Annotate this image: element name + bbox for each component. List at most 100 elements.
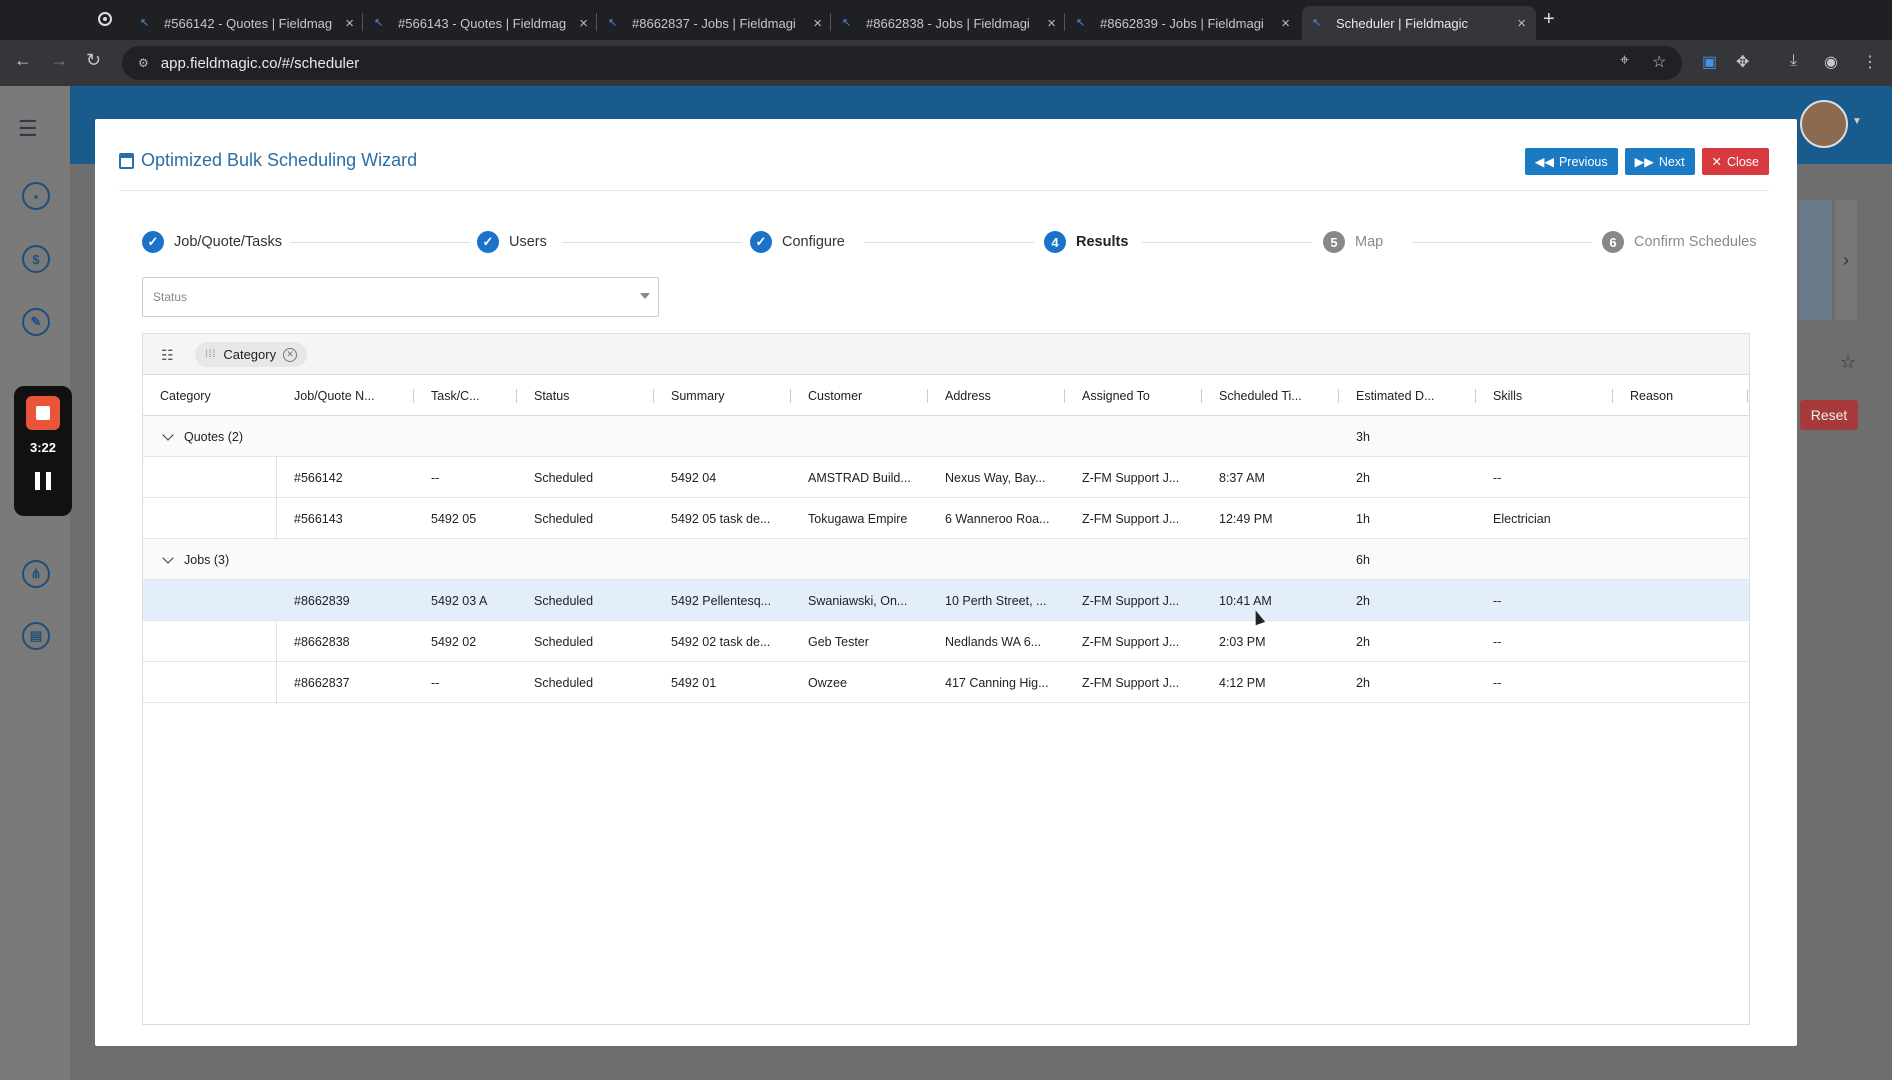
table-row-selected[interactable]: #8662839 5492 03 A Scheduled 5492 Pellen…: [143, 580, 1749, 621]
table-row[interactable]: #8662838 5492 02 Scheduled 5492 02 task …: [143, 621, 1749, 662]
site-info-icon[interactable]: ⚙: [138, 56, 149, 70]
cell-status: Scheduled: [534, 593, 594, 608]
step-map[interactable]: 5 Map: [1323, 231, 1383, 253]
col-header-estimated-duration[interactable]: Estimated D...: [1356, 375, 1466, 416]
new-tab-icon[interactable]: +: [1543, 8, 1555, 31]
close-tab-icon[interactable]: ×: [1047, 15, 1056, 32]
remove-group-icon[interactable]: ✕: [283, 347, 298, 362]
browser-tab[interactable]: ↖ #8662838 - Jobs | Fieldmagi ×: [832, 6, 1066, 40]
col-header-task[interactable]: Task/C...: [431, 375, 506, 416]
table-row[interactable]: #566143 5492 05 Scheduled 5492 05 task d…: [143, 498, 1749, 539]
nav-wrench-icon[interactable]: ✎: [22, 308, 50, 336]
browser-tab-active[interactable]: ↖ Scheduler | Fieldmagic ×: [1302, 6, 1536, 40]
cell-skills: Electrician: [1493, 511, 1551, 526]
col-header-address[interactable]: Address: [945, 375, 1055, 416]
cell-scheduled-time: 4:12 PM: [1219, 675, 1266, 690]
step-results[interactable]: 4 Results: [1044, 231, 1128, 253]
cell-job-quote-number: #8662838: [294, 634, 350, 649]
close-tab-icon[interactable]: ×: [579, 15, 588, 32]
screen-recorder-widget: 3:22: [14, 386, 72, 516]
close-tab-icon[interactable]: ×: [1517, 15, 1526, 32]
chevron-down-icon[interactable]: ▼: [1852, 116, 1862, 127]
modal-header: Optimized Bulk Scheduling Wizard ◀◀ Prev…: [119, 119, 1769, 191]
nav-workflow-icon[interactable]: ⋔: [22, 560, 50, 588]
fieldmagic-favicon-icon: ↖: [1076, 17, 1086, 29]
step-job-quote-tasks[interactable]: ✓ Job/Quote/Tasks: [142, 231, 282, 253]
step-confirm-schedules[interactable]: 6 Confirm Schedules: [1602, 231, 1757, 253]
cell-summary: 5492 05 task de...: [671, 511, 771, 526]
extension-icon[interactable]: ▣: [1702, 52, 1717, 72]
profile-icon[interactable]: ◉: [1824, 52, 1838, 72]
url-bar[interactable]: ⚙ app.fieldmagic.co/#/scheduler: [122, 46, 1682, 80]
cell-assigned-to: Z-FM Support J...: [1082, 675, 1180, 690]
hamburger-menu-icon[interactable]: ☰: [18, 116, 38, 142]
col-header-status[interactable]: Status: [534, 375, 644, 416]
star-icon[interactable]: ☆: [1840, 352, 1856, 373]
col-header-scheduled-time[interactable]: Scheduled Ti...: [1219, 375, 1329, 416]
browser-tab[interactable]: ↖ #566142 - Quotes | Fieldmag ×: [130, 6, 364, 40]
cell-skills: --: [1493, 470, 1502, 485]
status-filter-select[interactable]: Status: [142, 277, 659, 317]
nav-document-icon[interactable]: ▤: [22, 622, 50, 650]
close-icon: ✕: [1711, 155, 1723, 169]
reset-button[interactable]: Reset: [1800, 400, 1858, 430]
col-header-category[interactable]: Category: [160, 375, 270, 416]
drag-handle-icon[interactable]: ⁞⁞⁞: [205, 349, 216, 360]
back-icon[interactable]: ←: [14, 50, 32, 71]
browser-tab[interactable]: ↖ #8662837 - Jobs | Fieldmagi ×: [598, 6, 832, 40]
menu-kebab-icon[interactable]: ⋮: [1862, 52, 1878, 72]
cell-job-quote-number: #8662839: [294, 593, 350, 608]
col-header-assigned-to[interactable]: Assigned To: [1082, 375, 1192, 416]
previous-button[interactable]: ◀◀ Previous: [1524, 148, 1618, 175]
cell-summary: 5492 04: [671, 470, 717, 485]
col-header-customer[interactable]: Customer: [808, 375, 918, 416]
table-row[interactable]: #566142 -- Scheduled 5492 04 AMSTRAD Bui…: [143, 457, 1749, 498]
close-tab-icon[interactable]: ×: [813, 15, 822, 32]
group-rows-icon: ☷: [161, 347, 174, 363]
stop-recording-button[interactable]: [26, 396, 60, 430]
modal-title: Optimized Bulk Scheduling Wizard: [119, 150, 417, 171]
col-header-reason[interactable]: Reason: [1630, 375, 1740, 416]
cell-job-quote-number: #566142: [294, 470, 343, 485]
cell-customer: Swaniawski, On...: [808, 593, 908, 608]
bookmark-star-icon[interactable]: ☆: [1652, 52, 1666, 72]
step-users[interactable]: ✓ Users: [477, 231, 547, 253]
browser-tab[interactable]: ↖ #566143 - Quotes | Fieldmag ×: [364, 6, 598, 40]
close-button[interactable]: ✕ Close: [1701, 148, 1769, 175]
cell-skills: --: [1493, 675, 1502, 690]
location-icon[interactable]: ⌖: [1620, 52, 1629, 70]
user-avatar[interactable]: [1800, 100, 1848, 148]
nav-contacts-icon[interactable]: ▪: [22, 182, 50, 210]
cell-status: Scheduled: [534, 470, 594, 485]
browser-tab[interactable]: ↖ #8662839 - Jobs | Fieldmagi ×: [1066, 6, 1300, 40]
extensions-puzzle-icon[interactable]: ✥: [1736, 52, 1749, 72]
chevron-down-icon[interactable]: [162, 428, 174, 441]
close-tab-icon[interactable]: ×: [345, 15, 354, 32]
step-number-badge: 4: [1044, 231, 1066, 253]
col-header-summary[interactable]: Summary: [671, 375, 781, 416]
download-icon[interactable]: ⤓: [1790, 52, 1797, 70]
next-button[interactable]: ▶▶ Next: [1624, 148, 1695, 175]
pause-icon[interactable]: [35, 472, 51, 490]
recording-timer: 3:22: [29, 440, 57, 455]
chevron-right-icon[interactable]: ›: [1835, 200, 1857, 320]
group-row-quotes[interactable]: Quotes (2) 3h: [143, 416, 1749, 457]
chevron-down-icon[interactable]: [162, 551, 174, 564]
group-row-jobs[interactable]: Jobs (3) 6h: [143, 539, 1749, 580]
table-row[interactable]: #8662837 -- Scheduled 5492 01 Owzee 417 …: [143, 662, 1749, 703]
forward-icon[interactable]: →: [50, 50, 68, 71]
col-header-job-quote[interactable]: Job/Quote N...: [294, 375, 388, 416]
close-tab-icon[interactable]: ×: [1281, 15, 1290, 32]
cell-customer: Owzee: [808, 675, 847, 690]
calendar-icon: [119, 152, 134, 169]
group-chip-category[interactable]: ⁞⁞⁞ Category ✕: [195, 342, 308, 367]
cell-assigned-to: Z-FM Support J...: [1082, 470, 1180, 485]
reload-icon[interactable]: ↻: [86, 50, 101, 71]
step-configure[interactable]: ✓ Configure: [750, 231, 845, 253]
col-header-skills[interactable]: Skills: [1493, 375, 1603, 416]
nav-dollar-icon[interactable]: $: [22, 245, 50, 273]
cell-address: 417 Canning Hig...: [945, 675, 1049, 690]
skip-forward-icon: ▶▶: [1634, 155, 1654, 169]
background-panel: [1798, 200, 1832, 320]
fieldmagic-favicon-icon: ↖: [608, 17, 618, 29]
